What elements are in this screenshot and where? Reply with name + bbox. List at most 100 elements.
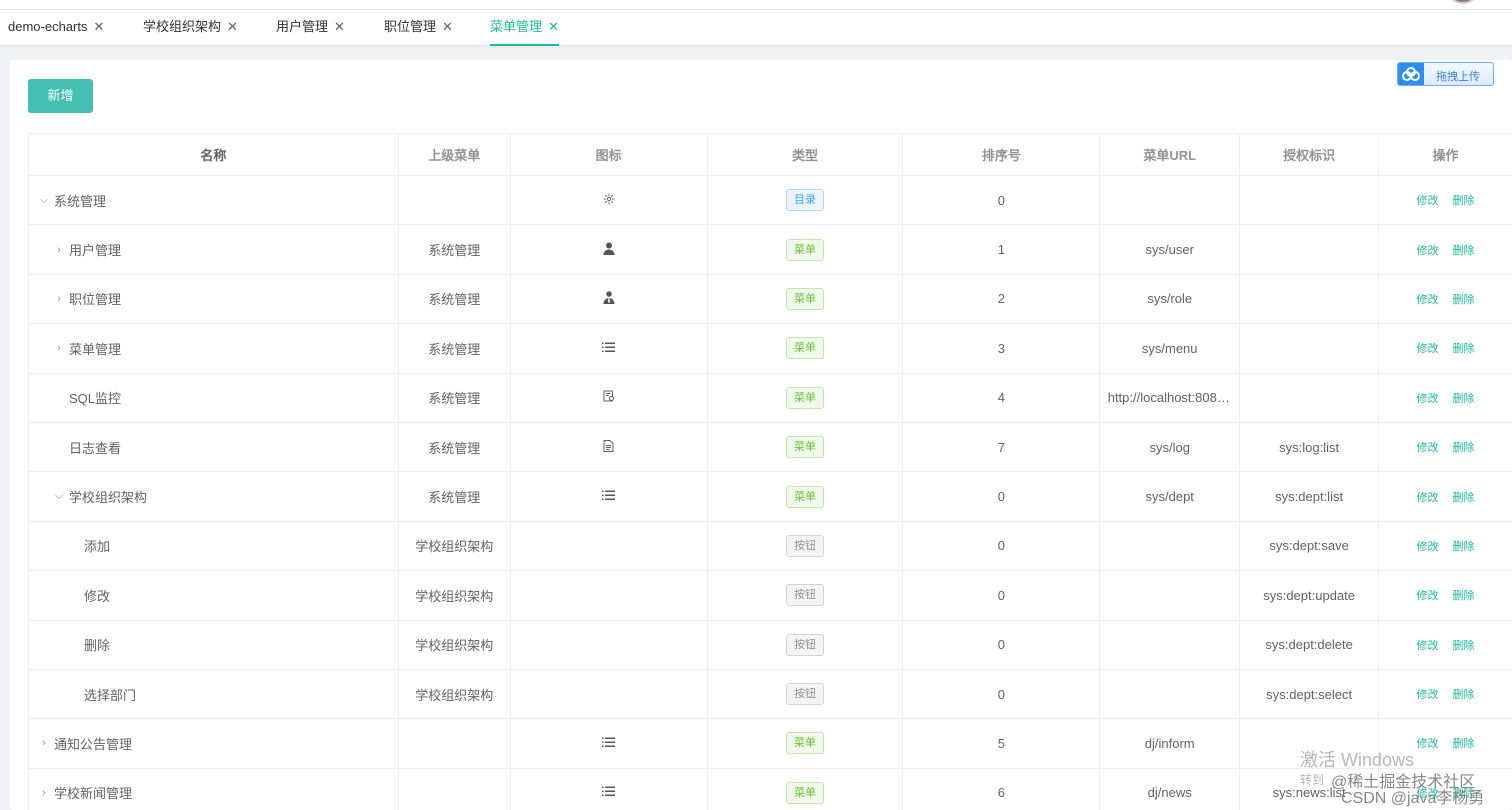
cell-perm: sys:dept:delete — [1240, 620, 1380, 670]
cell-parent — [398, 176, 511, 226]
cell-type: 按钮 — [707, 571, 904, 621]
tab-user-management[interactable]: 用户管理 ✕ — [276, 10, 345, 46]
avatar[interactable] — [1450, 0, 1476, 4]
expand-toggle-icon[interactable]: › — [52, 342, 66, 354]
cell-icon — [510, 719, 708, 769]
table-row[interactable]: › 学校新闻管理 菜单 6 dj/news sys:news:list 修改 删除 — [29, 768, 1512, 810]
table-row[interactable]: › 通知公告管理 菜单 5 dj/inform 修改 删除 — [29, 719, 1512, 769]
cell-icon — [510, 324, 708, 374]
edit-button[interactable]: 修改 — [1417, 637, 1439, 653]
tab-bar: demo-echarts ✕ 学校组织架构 ✕ 用户管理 ✕ 职位管理 ✕ 菜单管理 ✕ — [0, 10, 1512, 46]
drag-upload-widget[interactable]: 拖拽上传 — [1397, 62, 1494, 86]
delete-button[interactable]: 删除 — [1453, 192, 1475, 208]
edit-button[interactable]: 修改 — [1417, 340, 1439, 356]
table-row[interactable]: 添加 学校组织架构 按钮 0 sys:dept:save 修改 删除 — [29, 521, 1512, 572]
cell-name: 修改 — [29, 571, 399, 621]
close-icon[interactable]: ✕ — [334, 10, 345, 44]
edit-button[interactable]: 修改 — [1417, 242, 1439, 258]
table-row[interactable]: 修改 学校组织架构 按钮 0 sys:dept:update 修改 删除 — [29, 571, 1512, 621]
cell-icon — [510, 176, 708, 226]
header-url[interactable]: 菜单URL — [1100, 134, 1241, 176]
delete-button[interactable]: 删除 — [1453, 390, 1475, 406]
close-icon[interactable]: ✕ — [227, 10, 238, 44]
upload-label: 拖拽上传 — [1436, 71, 1480, 83]
edit-button[interactable]: 修改 — [1417, 489, 1439, 505]
edit-button[interactable]: 修改 — [1417, 686, 1439, 702]
edit-button[interactable]: 修改 — [1417, 735, 1439, 751]
header-perm[interactable]: 授权标识 — [1240, 134, 1380, 176]
table-row[interactable]: ⌵ 学校组织架构 系统管理 菜单 0 sys/dept sys:dept:list 修改 删除 — [29, 472, 1512, 522]
edit-button[interactable]: 修改 — [1417, 192, 1439, 208]
delete-button[interactable]: 删除 — [1453, 291, 1475, 307]
delete-button[interactable]: 删除 — [1453, 637, 1475, 653]
table-row[interactable]: ⌵ 系统管理 目录 0 修改 删除 — [29, 176, 1512, 226]
expand-toggle-icon[interactable]: ⌵ — [52, 490, 66, 503]
type-tag: 按钮 — [785, 534, 824, 557]
cell-parent: 系统管理 — [398, 324, 511, 374]
cell-url — [1100, 571, 1241, 621]
document-icon — [603, 439, 614, 455]
tab-school-org[interactable]: 学校组织架构 ✕ — [143, 10, 238, 46]
edit-button[interactable]: 修改 — [1417, 538, 1439, 554]
header-type[interactable]: 类型 — [707, 134, 904, 176]
close-icon[interactable]: ✕ — [93, 10, 104, 44]
type-tag: 按钮 — [785, 584, 824, 607]
table-row[interactable]: › 职位管理 系统管理 菜单 2 sys/role 修改 删除 — [29, 274, 1512, 325]
delete-button[interactable]: 删除 — [1453, 538, 1475, 554]
delete-button[interactable]: 删除 — [1453, 439, 1475, 455]
cloud-icon — [1398, 63, 1424, 85]
header-parent[interactable]: 上级菜单 — [398, 134, 511, 176]
cell-order: 0 — [903, 669, 1101, 720]
edit-button[interactable]: 修改 — [1417, 587, 1439, 603]
table-row[interactable]: › 菜单管理 系统管理 菜单 3 sys/menu 修改 删除 — [29, 324, 1512, 374]
cell-icon — [510, 620, 708, 670]
menu-url: sys/menu — [1141, 340, 1198, 356]
cell-parent: 学校组织架构 — [398, 521, 511, 572]
delete-button[interactable]: 删除 — [1453, 587, 1475, 603]
expand-toggle-icon[interactable]: › — [52, 244, 66, 256]
cell-order: 5 — [903, 719, 1101, 769]
add-button[interactable]: 新增 — [28, 79, 93, 113]
table-row[interactable]: › 用户管理 系统管理 菜单 1 sys/user 修改 删除 — [29, 225, 1512, 275]
delete-button[interactable]: 删除 — [1453, 489, 1475, 505]
cell-name: 添加 — [29, 521, 399, 572]
cell-url — [1100, 669, 1241, 720]
table-row[interactable]: 选择部门 学校组织架构 按钮 0 sys:dept:select 修改 删除 — [29, 669, 1512, 720]
table-row[interactable]: 日志查看 系统管理 菜单 7 sys/log sys:log:list 修改 删除 — [29, 422, 1512, 473]
delete-button[interactable]: 删除 — [1453, 242, 1475, 258]
table-row[interactable]: 删除 学校组织架构 按钮 0 sys:dept:delete 修改 删除 — [29, 620, 1512, 670]
cell-order: 0 — [903, 571, 1101, 621]
cell-url: http://localhost:8080/druid/sql.html — [1100, 373, 1241, 423]
header-name[interactable]: 名称 — [29, 134, 399, 176]
cell-url: sys/role — [1100, 274, 1241, 325]
header-order[interactable]: 排序号 — [903, 134, 1101, 176]
expand-toggle-icon[interactable]: ⌵ — [37, 194, 51, 207]
main-card: 新增 拖拽上传 名称 上级菜单 图标 类型 排序号 菜单URL 授权标识 操作 … — [10, 60, 1512, 810]
tab-demo-echarts[interactable]: demo-echarts ✕ — [8, 10, 104, 46]
expand-toggle-icon[interactable]: › — [52, 293, 66, 305]
cell-type: 菜单 — [707, 373, 904, 423]
close-icon[interactable]: ✕ — [548, 10, 559, 44]
cell-url: sys/log — [1100, 422, 1241, 473]
cell-type: 菜单 — [707, 719, 904, 769]
tab-role-management[interactable]: 职位管理 ✕ — [384, 10, 453, 46]
cell-parent: 系统管理 — [398, 274, 511, 325]
expand-toggle-icon[interactable]: › — [37, 787, 51, 799]
edit-button[interactable]: 修改 — [1417, 439, 1439, 455]
header-ops[interactable]: 操作 — [1379, 134, 1512, 176]
type-tag: 菜单 — [785, 436, 824, 459]
close-icon[interactable]: ✕ — [442, 10, 453, 44]
tab-menu-management[interactable]: 菜单管理 ✕ — [490, 10, 559, 46]
edit-button[interactable]: 修改 — [1417, 291, 1439, 307]
cell-parent: 系统管理 — [398, 422, 511, 473]
header-icon[interactable]: 图标 — [510, 134, 708, 176]
table-header: 名称 上级菜单 图标 类型 排序号 菜单URL 授权标识 操作 — [29, 134, 1512, 176]
edit-button[interactable]: 修改 — [1417, 390, 1439, 406]
cell-order: 3 — [903, 324, 1101, 374]
table-row[interactable]: SQL监控 系统管理 菜单 4 http://localhost:8080/druid/… — [29, 373, 1512, 423]
delete-button[interactable]: 删除 — [1453, 686, 1475, 702]
delete-button[interactable]: 删除 — [1453, 735, 1475, 751]
expand-toggle-icon[interactable]: › — [37, 737, 51, 749]
list-icon — [602, 341, 616, 356]
delete-button[interactable]: 删除 — [1453, 340, 1475, 356]
